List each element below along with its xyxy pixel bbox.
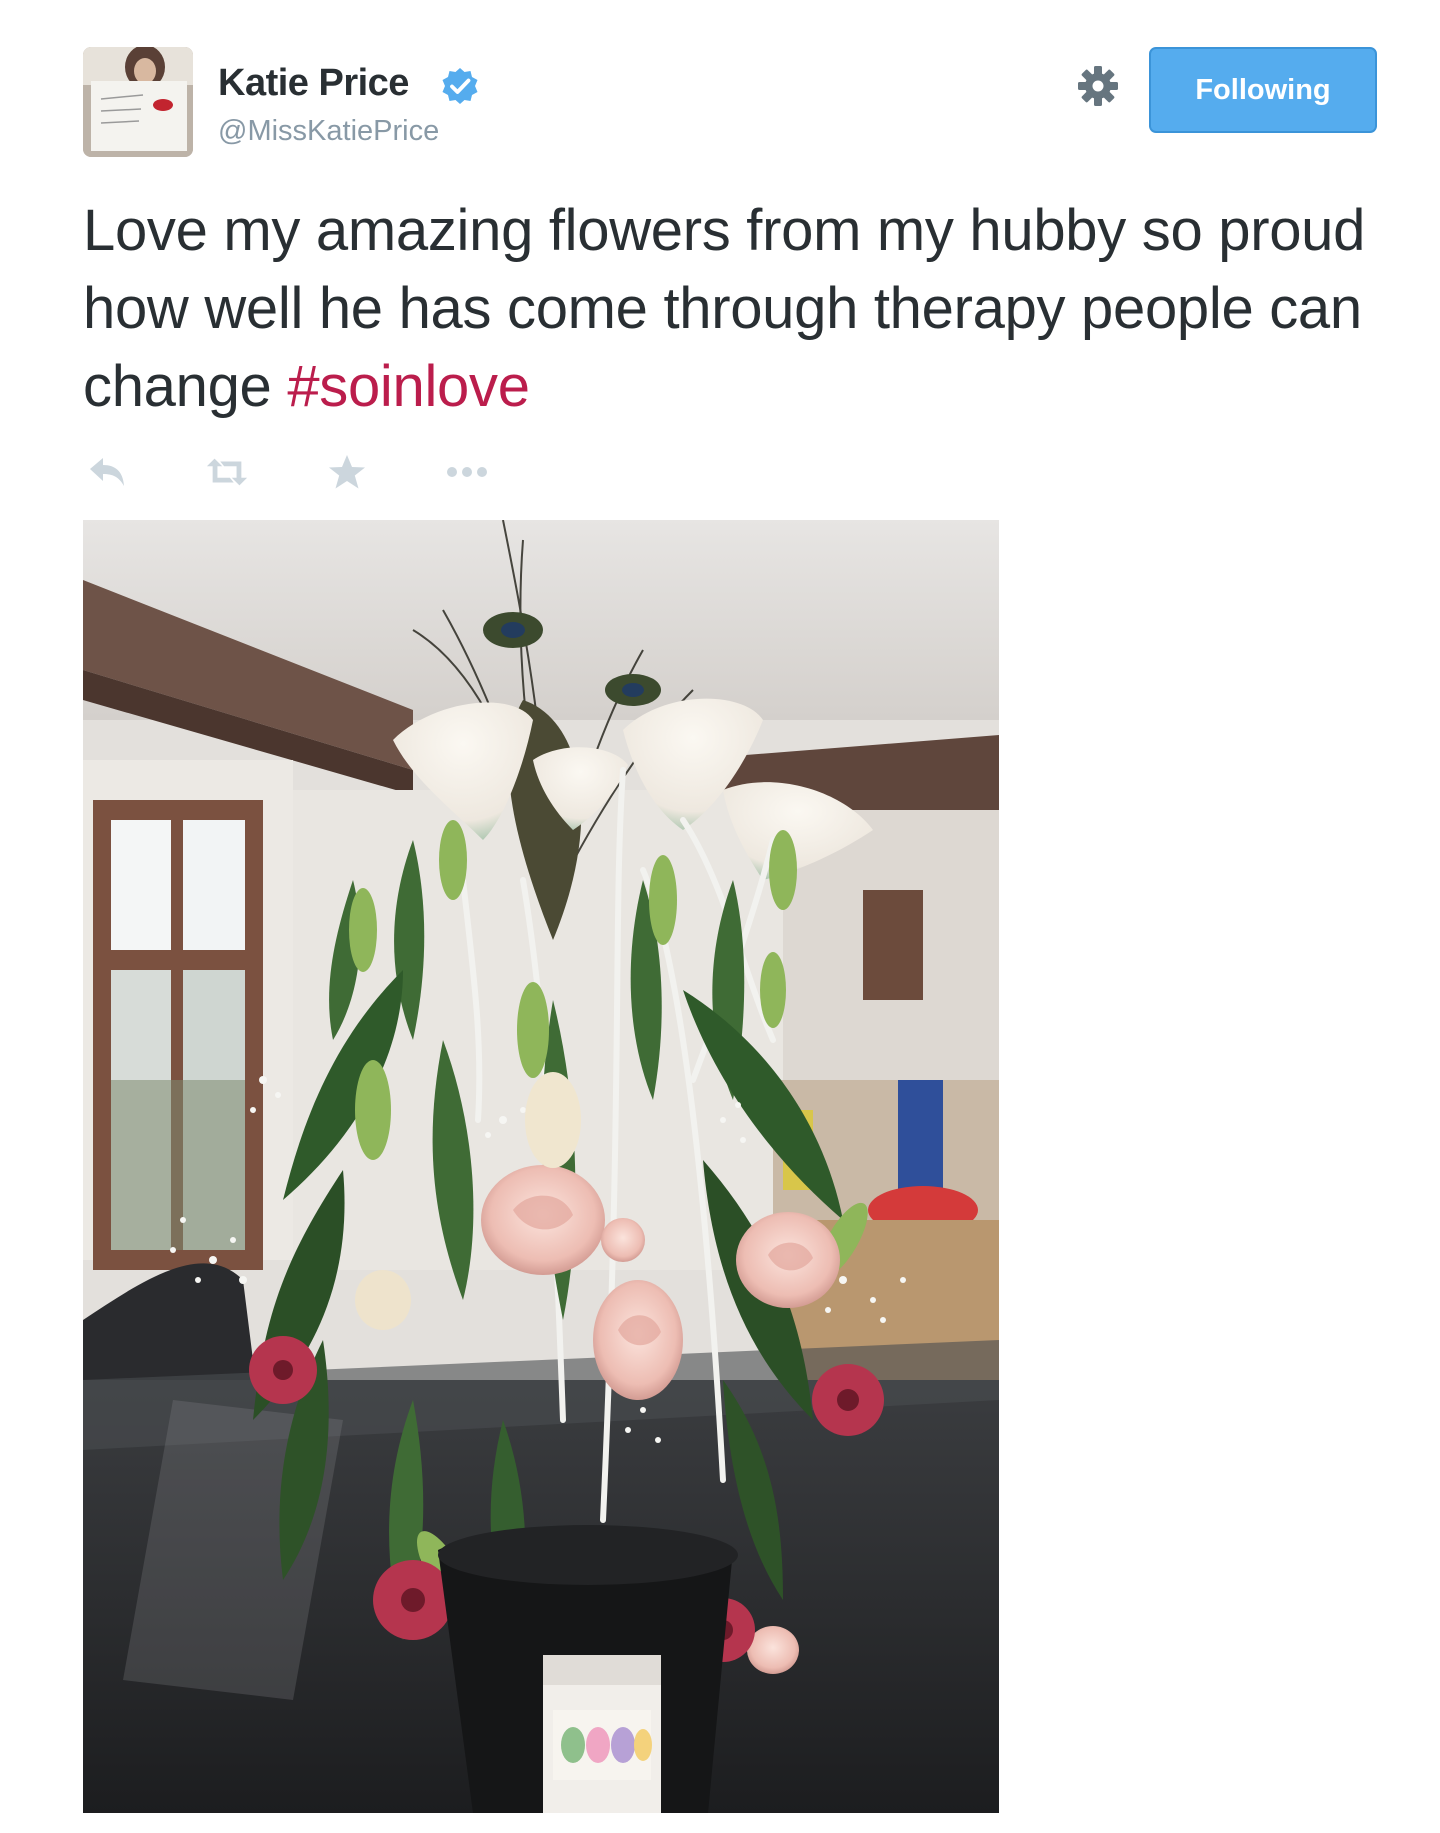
- retweet-button[interactable]: [205, 452, 249, 492]
- tweet-photo[interactable]: [83, 520, 999, 1813]
- retweet-icon: [206, 458, 248, 486]
- tweet-body: Love my amazing flowers from my hubby so…: [83, 198, 1366, 419]
- hashtag-link[interactable]: #soinlove: [287, 354, 530, 419]
- verified-badge-icon: [442, 68, 478, 104]
- more-icon: [447, 467, 487, 477]
- author-handle[interactable]: @MissKatiePrice: [218, 115, 439, 148]
- following-button[interactable]: Following: [1149, 47, 1377, 133]
- avatar[interactable]: [83, 47, 193, 157]
- gear-icon[interactable]: [1076, 64, 1120, 108]
- flower-bouquet-image: [83, 520, 999, 1813]
- tweet-text: Love my amazing flowers from my hubby so…: [83, 192, 1383, 426]
- avatar-image: [83, 47, 193, 157]
- author-name[interactable]: Katie Price: [218, 62, 409, 105]
- reply-icon: [90, 458, 124, 486]
- reply-button[interactable]: [85, 452, 129, 492]
- favorite-button[interactable]: [325, 452, 369, 492]
- favorite-icon: [329, 455, 365, 489]
- more-button[interactable]: [445, 452, 489, 492]
